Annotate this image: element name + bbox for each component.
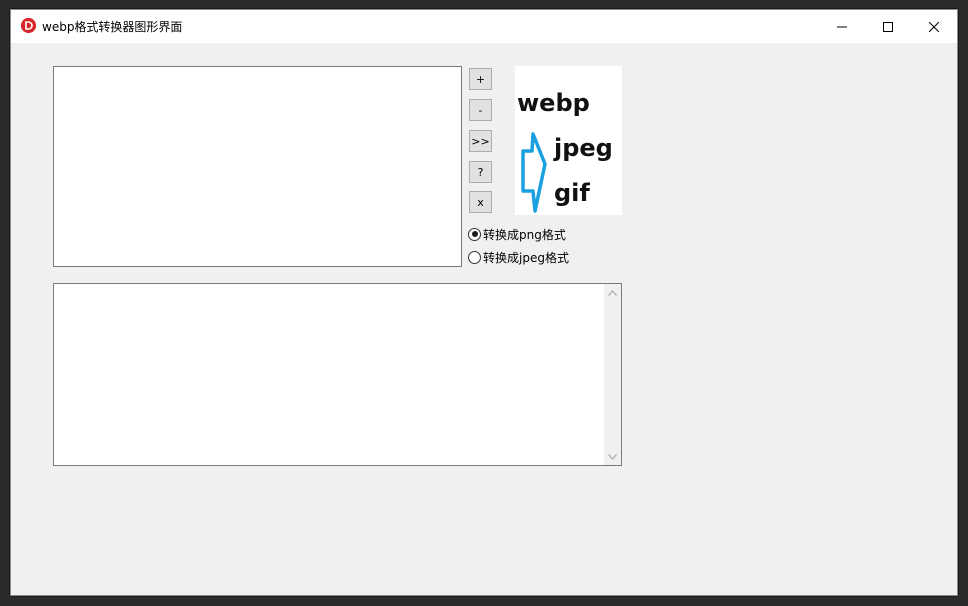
png-option[interactable]: 转换成png格式 <box>468 226 566 242</box>
scroll-up-button[interactable] <box>604 284 621 301</box>
logo-arrow <box>521 132 547 213</box>
close-icon <box>929 21 939 32</box>
window-title: webp格式转换器图形界面 <box>42 20 183 34</box>
add-button[interactable]: + <box>469 68 492 90</box>
logo-gif-text: gif <box>554 179 590 207</box>
help-button[interactable]: ? <box>469 161 492 183</box>
png-radio-label: 转换成png格式 <box>483 227 566 242</box>
chevron-up-icon <box>608 289 617 296</box>
png-radio[interactable] <box>468 227 481 241</box>
output-scrollbar[interactable] <box>604 284 621 465</box>
remove-button[interactable]: - <box>469 99 492 121</box>
main-window: webp格式转换器图形界面 + - >> ? x webp jpeg gif 转… <box>10 9 958 596</box>
clear-button[interactable]: x <box>469 191 492 213</box>
close-button[interactable] <box>911 10 957 43</box>
jpeg-radio-label: 转换成jpeg格式 <box>483 250 569 265</box>
chevron-down-icon <box>608 453 617 460</box>
minimize-button[interactable] <box>819 10 865 43</box>
webp-convert-logo: webp jpeg gif <box>517 89 613 213</box>
app-icon <box>21 18 36 33</box>
maximize-icon <box>883 21 893 32</box>
minimize-icon <box>837 26 847 27</box>
logo-webp-text: webp <box>517 89 590 117</box>
logo-jpeg-text: jpeg <box>553 134 613 162</box>
jpeg-option[interactable]: 转换成jpeg格式 <box>468 249 569 265</box>
scroll-down-button[interactable] <box>604 448 621 465</box>
maximize-button[interactable] <box>865 10 911 43</box>
convert-button[interactable]: >> <box>469 130 492 152</box>
app-logo-d-icon <box>21 18 36 33</box>
output-textarea[interactable] <box>53 283 622 466</box>
title-bar[interactable]: webp格式转换器图形界面 <box>11 10 957 43</box>
jpeg-radio[interactable] <box>468 250 481 264</box>
file-listbox[interactable] <box>53 66 462 267</box>
logo-image: webp jpeg gif <box>515 66 622 215</box>
